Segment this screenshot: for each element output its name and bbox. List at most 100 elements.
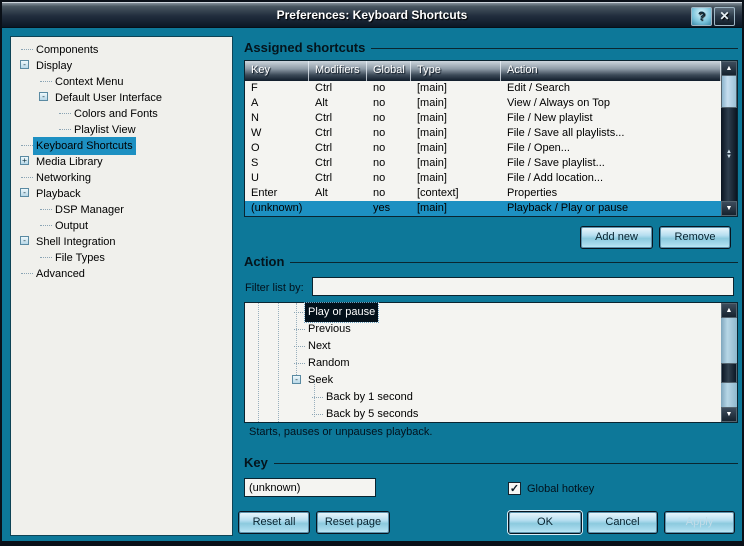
sidebar-item-colors-and-fonts[interactable]: Colors and Fonts <box>11 105 232 121</box>
shortcut-row[interactable]: SCtrlno[main]File / Save playlist... <box>245 156 721 171</box>
scrollbar-grip-icon: ▼ <box>726 155 732 160</box>
sidebar-item-playback[interactable]: -Playback <box>11 185 232 201</box>
shortcut-row[interactable]: (unknown)yes[main]Playback / Play or pau… <box>245 201 721 216</box>
cell-modifiers: Alt <box>309 96 367 111</box>
cell-key: N <box>245 111 309 126</box>
shortcut-row[interactable]: WCtrlno[main]File / Save all playlists..… <box>245 126 721 141</box>
divider <box>274 463 738 464</box>
reset-page-button[interactable]: Reset page <box>316 511 390 534</box>
scroll-up-icon[interactable]: ▲ <box>721 61 737 76</box>
titlebar: Preferences: Keyboard Shortcuts ? ✕ <box>2 2 742 28</box>
action-item-seek[interactable]: -Seek <box>245 371 737 388</box>
sidebar-item-keyboard-shortcuts[interactable]: Keyboard Shortcuts <box>11 137 232 153</box>
cell-type: [main] <box>411 96 501 111</box>
sidebar-item-networking[interactable]: Networking <box>11 169 232 185</box>
sidebar-item-shell-integration[interactable]: -Shell Integration <box>11 233 232 249</box>
sidebar-item-advanced[interactable]: Advanced <box>11 265 232 281</box>
cell-key: Enter <box>245 186 309 201</box>
tree-branch-line <box>294 329 305 330</box>
remove-button[interactable]: Remove <box>659 226 731 249</box>
scrollbar-track[interactable] <box>721 318 737 407</box>
collapse-icon[interactable]: - <box>20 236 29 245</box>
cell-modifiers: Ctrl <box>309 141 367 156</box>
sidebar-item-context-menu[interactable]: Context Menu <box>11 73 232 89</box>
action-scrollbar[interactable]: ▲ ▼ <box>721 303 737 422</box>
add-new-button[interactable]: Add new <box>580 226 653 249</box>
global-hotkey-checkbox[interactable] <box>508 482 521 495</box>
sidebar-item-display[interactable]: -Display <box>11 57 232 73</box>
cell-key: F <box>245 81 309 96</box>
sidebar-item-media-library[interactable]: +Media Library <box>11 153 232 169</box>
cell-type: [main] <box>411 201 501 216</box>
sidebar-item-components[interactable]: Components <box>11 41 232 57</box>
cell-modifiers <box>309 201 367 216</box>
action-item-next[interactable]: Next <box>245 337 737 354</box>
action-item-random[interactable]: Random <box>245 354 737 371</box>
scroll-down-icon[interactable]: ▼ <box>721 407 737 422</box>
column-header-global[interactable]: Global <box>367 61 411 81</box>
cell-global: no <box>367 81 411 96</box>
action-item-previous[interactable]: Previous <box>245 320 737 337</box>
action-item-back-by-5-seconds[interactable]: Back by 5 seconds <box>245 405 737 422</box>
scrollbar-thumb[interactable] <box>721 363 737 383</box>
scrollbar-thumb[interactable] <box>721 76 737 108</box>
scroll-down-icon[interactable]: ▼ <box>721 201 737 216</box>
tree-branch-line <box>294 363 305 364</box>
cancel-button[interactable]: Cancel <box>587 511 658 534</box>
sidebar-item-label: Advanced <box>33 265 88 283</box>
ok-button[interactable]: OK <box>508 511 582 534</box>
shortcut-row[interactable]: OCtrlno[main]File / Open... <box>245 141 721 156</box>
cell-key: O <box>245 141 309 156</box>
scroll-up-icon[interactable]: ▲ <box>721 303 737 318</box>
cell-modifiers: Ctrl <box>309 171 367 186</box>
shortcut-row[interactable]: UCtrlno[main]File / Add location... <box>245 171 721 186</box>
action-header: Action <box>244 254 738 268</box>
filter-input[interactable] <box>312 277 734 296</box>
column-header-action[interactable]: Action <box>501 61 721 81</box>
action-description: Starts, pauses or unpauses playback. <box>249 426 432 438</box>
tree-branch-line <box>40 209 52 210</box>
tree-branch-line <box>40 225 52 226</box>
sidebar-item-output[interactable]: Output <box>11 217 232 233</box>
cell-key: W <box>245 126 309 141</box>
shortcuts-table-header: Key Modifiers Global Type Action <box>245 61 721 81</box>
collapse-icon[interactable]: - <box>20 60 29 69</box>
key-input[interactable] <box>244 478 376 497</box>
shortcut-row[interactable]: EnterAltno[context]Properties <box>245 186 721 201</box>
global-hotkey-label: Global hotkey <box>527 483 594 495</box>
preferences-tree: Components-DisplayContext Menu-Default U… <box>10 36 233 536</box>
tree-branch-line <box>294 346 305 347</box>
shortcut-row[interactable]: AAltno[main]View / Always on Top <box>245 96 721 111</box>
cell-global: no <box>367 171 411 186</box>
cell-type: [main] <box>411 141 501 156</box>
action-item-play-or-pause[interactable]: Play or pause <box>245 303 737 320</box>
column-header-type[interactable]: Type <box>411 61 501 81</box>
global-hotkey-option[interactable]: Global hotkey <box>508 482 594 495</box>
cell-global: no <box>367 126 411 141</box>
expand-icon[interactable]: + <box>20 156 29 165</box>
scrollbar-track[interactable]: ▲ ▼ <box>721 108 737 201</box>
shortcut-row[interactable]: FCtrlno[main]Edit / Search <box>245 81 721 96</box>
help-icon[interactable]: ? <box>691 7 712 26</box>
sidebar-item-default-user-interface[interactable]: -Default User Interface <box>11 89 232 105</box>
sidebar-item-dsp-manager[interactable]: DSP Manager <box>11 201 232 217</box>
reset-all-button[interactable]: Reset all <box>238 511 310 534</box>
shortcut-row[interactable]: NCtrlno[main]File / New playlist <box>245 111 721 126</box>
cell-type: [context] <box>411 186 501 201</box>
collapse-icon[interactable]: - <box>20 188 29 197</box>
collapse-icon[interactable]: - <box>39 92 48 101</box>
apply-button[interactable]: Apply <box>664 511 735 534</box>
cell-type: [main] <box>411 81 501 96</box>
shortcuts-scrollbar[interactable]: ▲ ▲ ▼ ▼ <box>721 61 737 216</box>
cell-action: Edit / Search <box>501 81 721 96</box>
action-item-back-by-1-second[interactable]: Back by 1 second <box>245 388 737 405</box>
cell-action: File / Save all playlists... <box>501 126 721 141</box>
sidebar-item-playlist-view[interactable]: Playlist View <box>11 121 232 137</box>
close-icon[interactable]: ✕ <box>714 7 735 26</box>
divider <box>290 262 738 263</box>
cell-global: no <box>367 96 411 111</box>
column-header-key[interactable]: Key <box>245 61 309 81</box>
column-header-modifiers[interactable]: Modifiers <box>309 61 367 81</box>
sidebar-item-file-types[interactable]: File Types <box>11 249 232 265</box>
collapse-icon[interactable]: - <box>292 375 301 384</box>
